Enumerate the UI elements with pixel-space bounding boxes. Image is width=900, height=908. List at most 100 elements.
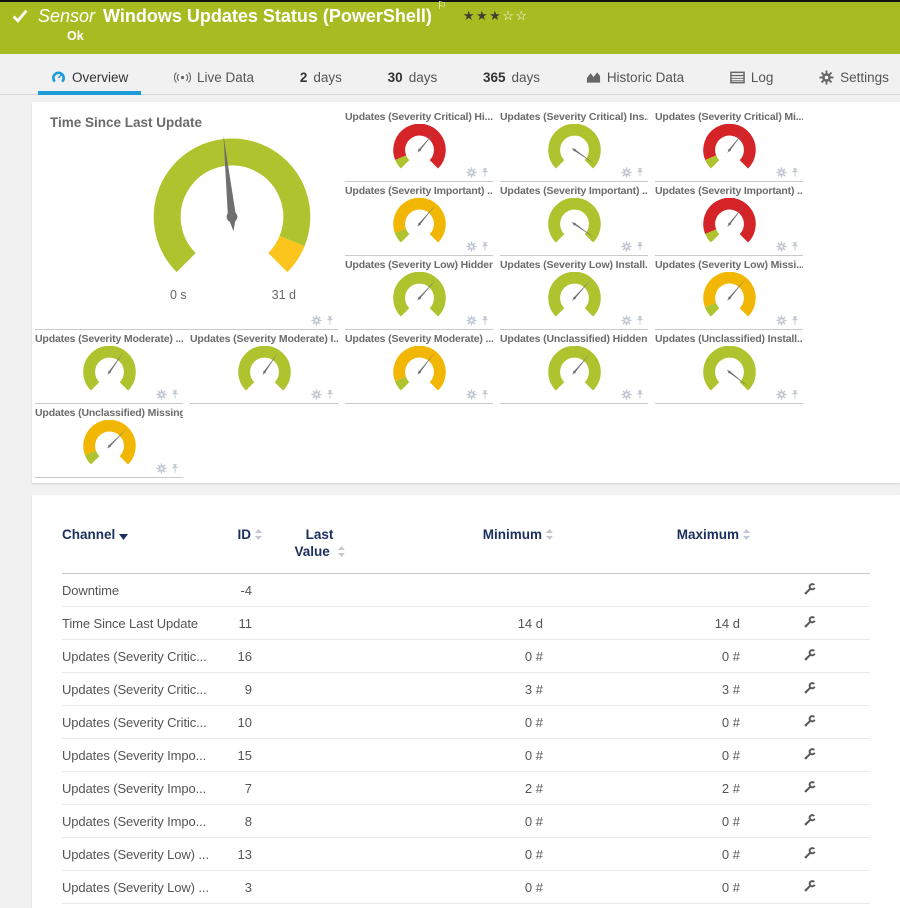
tab-overview[interactable]: Overview — [46, 60, 133, 94]
tab-settings[interactable]: Settings — [814, 60, 894, 94]
gear-icon[interactable] — [466, 389, 477, 400]
gear-icon[interactable] — [776, 241, 787, 252]
gear-icon[interactable] — [621, 315, 632, 326]
table-row: Updates (Severity Critic...100 #0 # — [62, 706, 870, 739]
wrench-icon[interactable] — [803, 780, 817, 794]
column-label: Channel — [62, 527, 115, 542]
channel-name[interactable]: Updates (Severity Impo... — [62, 739, 217, 772]
gear-icon[interactable] — [156, 463, 167, 474]
column-header-id[interactable]: ID — [217, 522, 262, 574]
wrench-icon[interactable] — [803, 681, 817, 695]
tab-live-data[interactable]: Live Data — [169, 60, 259, 94]
pin-icon[interactable] — [480, 167, 490, 178]
tab-30-days[interactable]: 30days — [383, 60, 443, 94]
pin-icon[interactable] — [790, 167, 800, 178]
pin-icon[interactable] — [790, 315, 800, 326]
channel-name[interactable]: Updates (Severity Critic... — [62, 640, 217, 673]
gear-icon[interactable] — [156, 389, 167, 400]
sort-both-icon[interactable] — [255, 527, 262, 544]
gear-icon[interactable] — [621, 167, 632, 178]
rating-filled-stars[interactable]: ★★★ — [463, 8, 502, 23]
column-header-max[interactable]: Maximum — [553, 522, 750, 574]
pin-icon[interactable] — [635, 167, 645, 178]
channel-name[interactable]: Updates (Severity Low) ... — [62, 838, 217, 871]
sensor-kicker: Sensor — [38, 6, 95, 27]
column-header-channel[interactable]: Channel — [62, 522, 217, 574]
channel-name[interactable]: Downtime — [62, 574, 217, 607]
pin-icon[interactable] — [635, 315, 645, 326]
channel-last-value — [262, 640, 377, 673]
channel-settings-cell — [750, 871, 870, 904]
tab-label: Overview — [72, 70, 128, 85]
wrench-icon[interactable] — [803, 846, 817, 860]
sort-desc-icon[interactable] — [119, 527, 128, 544]
gear-icon[interactable] — [466, 167, 477, 178]
pin-icon[interactable] — [170, 389, 180, 400]
gear-icon[interactable] — [466, 241, 477, 252]
gear-icon[interactable] — [621, 241, 632, 252]
gauge-cell: Updates (Severity Important) ... — [655, 182, 803, 256]
pin-icon[interactable] — [790, 241, 800, 252]
pin-icon[interactable] — [790, 389, 800, 400]
gear-icon[interactable] — [466, 315, 477, 326]
gear-icon[interactable] — [776, 389, 787, 400]
gauge-cell-title: Updates (Severity Low) Hidden — [345, 259, 493, 271]
gear-icon[interactable] — [311, 389, 322, 400]
wrench-icon[interactable] — [803, 747, 817, 761]
table-row: Updates (Severity Impo...150 #0 # — [62, 739, 870, 772]
table-row: Time Since Last Update1114 d14 d — [62, 607, 870, 640]
tab-2-days[interactable]: 2days — [295, 60, 347, 94]
channel-name[interactable]: Updates (Severity Impo... — [62, 772, 217, 805]
status-check-icon — [12, 9, 28, 23]
column-header-min[interactable]: Minimum — [377, 522, 553, 574]
channel-maximum: 0 # — [553, 640, 750, 673]
pin-icon[interactable] — [170, 463, 180, 474]
wrench-icon[interactable] — [803, 648, 817, 662]
rating-empty-stars[interactable]: ☆☆ — [502, 8, 528, 23]
tab-log[interactable]: Log — [725, 60, 779, 94]
wrench-icon[interactable] — [803, 714, 817, 728]
gauge-cell: Updates (Severity Moderate) I... — [190, 330, 338, 404]
column-header-last[interactable]: LastValue — [262, 522, 377, 574]
gear-icon[interactable] — [776, 167, 787, 178]
gear-icon[interactable] — [311, 315, 322, 326]
channel-name[interactable]: Updates (Severity Critic... — [62, 673, 217, 706]
channel-last-value — [262, 739, 377, 772]
channel-last-value — [262, 574, 377, 607]
gauge-cell-title: Updates (Severity Moderate) ... — [345, 333, 493, 345]
wrench-icon[interactable] — [803, 582, 817, 596]
channel-maximum: 0 # — [553, 706, 750, 739]
pin-icon[interactable] — [480, 315, 490, 326]
wrench-icon[interactable] — [803, 879, 817, 893]
table-row: Updates (Severity Impo...80 #0 # — [62, 805, 870, 838]
pin-icon[interactable] — [325, 389, 335, 400]
channel-maximum: 0 # — [553, 838, 750, 871]
tab-number: 30 — [388, 70, 403, 85]
pin-icon[interactable] — [635, 241, 645, 252]
sort-both-icon[interactable] — [546, 527, 553, 544]
priority-rating[interactable]: ★★★☆☆ — [463, 8, 529, 24]
column-header-action — [750, 522, 870, 574]
gear-icon[interactable] — [621, 389, 632, 400]
channel-name[interactable]: Updates (Severity Low) ... — [62, 871, 217, 904]
wrench-icon[interactable] — [803, 615, 817, 629]
pin-icon[interactable] — [480, 241, 490, 252]
sort-both-icon[interactable] — [338, 544, 345, 561]
wrench-icon[interactable] — [803, 813, 817, 827]
tab-historic-data[interactable]: Historic Data — [581, 60, 689, 94]
main-gauge — [142, 134, 322, 292]
sort-both-icon[interactable] — [743, 527, 750, 544]
gauge-cell: Updates (Severity Critical) Ins... — [500, 108, 648, 182]
channel-name[interactable]: Updates (Severity Critic... — [62, 706, 217, 739]
channel-name[interactable]: Time Since Last Update — [62, 607, 217, 640]
gauge-cell-title: Updates (Unclassified) Install... — [655, 333, 803, 345]
pin-icon[interactable] — [635, 389, 645, 400]
channel-settings-cell — [750, 706, 870, 739]
pin-icon[interactable] — [480, 389, 490, 400]
channel-name[interactable]: Updates (Severity Impo... — [62, 805, 217, 838]
gear-icon[interactable] — [776, 315, 787, 326]
tab-365-days[interactable]: 365days — [478, 60, 545, 94]
tab-label: Settings — [840, 70, 889, 85]
gauge-cell: Updates (Severity Important) ... — [500, 182, 648, 256]
pin-icon[interactable] — [325, 315, 335, 326]
